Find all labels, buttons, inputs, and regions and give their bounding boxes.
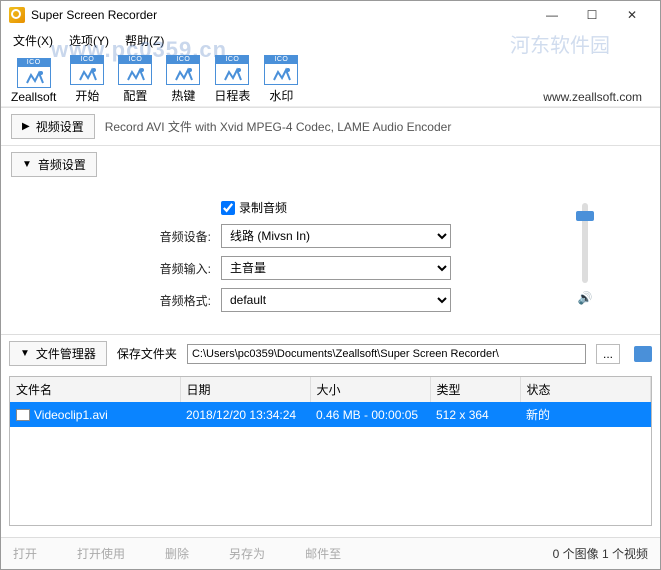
saveas-button[interactable]: 另存为 — [229, 545, 265, 562]
menu-bar: 文件(X) 选项(Y) 帮助(Z) — [1, 29, 660, 51]
file-grid[interactable]: 文件名 日期 大小 类型 状态 Videoclip1.avi 2018/12/2… — [9, 376, 652, 526]
toolbar-config[interactable]: ICO配置 — [118, 55, 152, 104]
col-type[interactable]: 类型 — [430, 377, 520, 402]
toolbar-zeallsoft[interactable]: ICOZeallsoft — [11, 58, 56, 104]
close-button[interactable]: ✕ — [612, 1, 652, 29]
toolbar-schedule[interactable]: ICO日程表 — [214, 55, 250, 104]
file-manager-expander[interactable]: ▼ 文件管理器 — [9, 341, 107, 366]
slider-thumb[interactable] — [576, 211, 594, 221]
toolbar-watermark[interactable]: ICO水印 — [264, 55, 298, 104]
audio-section: ▼ 音频设置 录制音频 音频设备: 线路 (Mivsn In) 音频输入: 主音量… — [1, 145, 660, 334]
chevron-right-icon: ▶ — [22, 121, 30, 132]
col-date[interactable]: 日期 — [180, 377, 310, 402]
status-text: 0 个图像 1 个视频 — [553, 545, 648, 562]
delete-button[interactable]: 删除 — [165, 545, 189, 562]
window-title: Super Screen Recorder — [31, 8, 532, 22]
record-audio-label: 录制音频 — [239, 199, 287, 216]
cell-name: Videoclip1.avi — [34, 408, 108, 422]
audio-header-label: 音频设置 — [38, 156, 86, 173]
maximize-button[interactable]: ☐ — [572, 1, 612, 29]
table-header-row: 文件名 日期 大小 类型 状态 — [10, 377, 651, 402]
app-icon — [9, 7, 25, 23]
table-row[interactable]: Videoclip1.avi 2018/12/20 13:34:24 0.46 … — [10, 402, 651, 427]
volume-slider[interactable] — [582, 203, 588, 283]
bottom-bar: 打开 打开使用 删除 另存为 邮件至 0 个图像 1 个视频 — [1, 537, 660, 569]
minimize-button[interactable]: — — [532, 1, 572, 29]
audio-device-select[interactable]: 线路 (Mivsn In) — [221, 224, 451, 248]
menu-option[interactable]: 选项(Y) — [61, 30, 117, 51]
folder-icon[interactable] — [634, 346, 652, 362]
col-state[interactable]: 状态 — [520, 377, 651, 402]
audio-format-label: 音频格式: — [141, 292, 211, 309]
browse-button[interactable]: ... — [596, 344, 620, 364]
video-section: ▶ 视频设置 Record AVI 文件 with Xvid MPEG-4 Cod… — [1, 107, 660, 145]
toolbar-start[interactable]: ICO开始 — [70, 55, 104, 104]
speaker-icon[interactable]: 🔊 — [578, 291, 593, 305]
toolbar: ICOZeallsoft ICO开始 ICO配置 ICO热键 ICO日程表 IC… — [1, 51, 660, 107]
video-expander[interactable]: ▶ 视频设置 — [11, 114, 95, 139]
mail-button[interactable]: 邮件至 — [305, 545, 341, 562]
audio-expander[interactable]: ▼ 音频设置 — [11, 152, 97, 177]
title-bar: Super Screen Recorder — ☐ ✕ — [1, 1, 660, 29]
toolbar-hotkey[interactable]: ICO热键 — [166, 55, 200, 104]
col-name[interactable]: 文件名 — [10, 377, 180, 402]
video-header-label: 视频设置 — [36, 118, 84, 135]
menu-file[interactable]: 文件(X) — [5, 30, 61, 51]
audio-format-select[interactable]: default — [221, 288, 451, 312]
website-link[interactable]: www.zeallsoft.com — [543, 90, 650, 104]
file-section: ▼ 文件管理器 保存文件夹 ... 文件名 日期 大小 类型 状态 Videocl… — [1, 334, 660, 526]
cell-size: 0.46 MB - 00:00:05 — [310, 402, 430, 427]
video-description: Record AVI 文件 with Xvid MPEG-4 Codec, LA… — [105, 118, 452, 135]
chevron-down-icon: ▼ — [20, 348, 30, 359]
cell-type: 512 x 364 — [430, 402, 520, 427]
open-button[interactable]: 打开 — [13, 545, 37, 562]
audio-input-label: 音频输入: — [141, 260, 211, 277]
cell-state: 新的 — [520, 402, 651, 427]
file-icon — [16, 409, 30, 421]
save-folder-label: 保存文件夹 — [117, 345, 177, 362]
save-path-input[interactable] — [187, 344, 586, 364]
record-audio-checkbox[interactable] — [221, 201, 235, 215]
chevron-down-icon: ▼ — [22, 159, 32, 170]
cell-date: 2018/12/20 13:34:24 — [180, 402, 310, 427]
file-manager-label: 文件管理器 — [36, 345, 96, 362]
audio-device-label: 音频设备: — [141, 228, 211, 245]
open-with-button[interactable]: 打开使用 — [77, 545, 125, 562]
audio-input-select[interactable]: 主音量 — [221, 256, 451, 280]
menu-help[interactable]: 帮助(Z) — [117, 30, 172, 51]
col-size[interactable]: 大小 — [310, 377, 430, 402]
